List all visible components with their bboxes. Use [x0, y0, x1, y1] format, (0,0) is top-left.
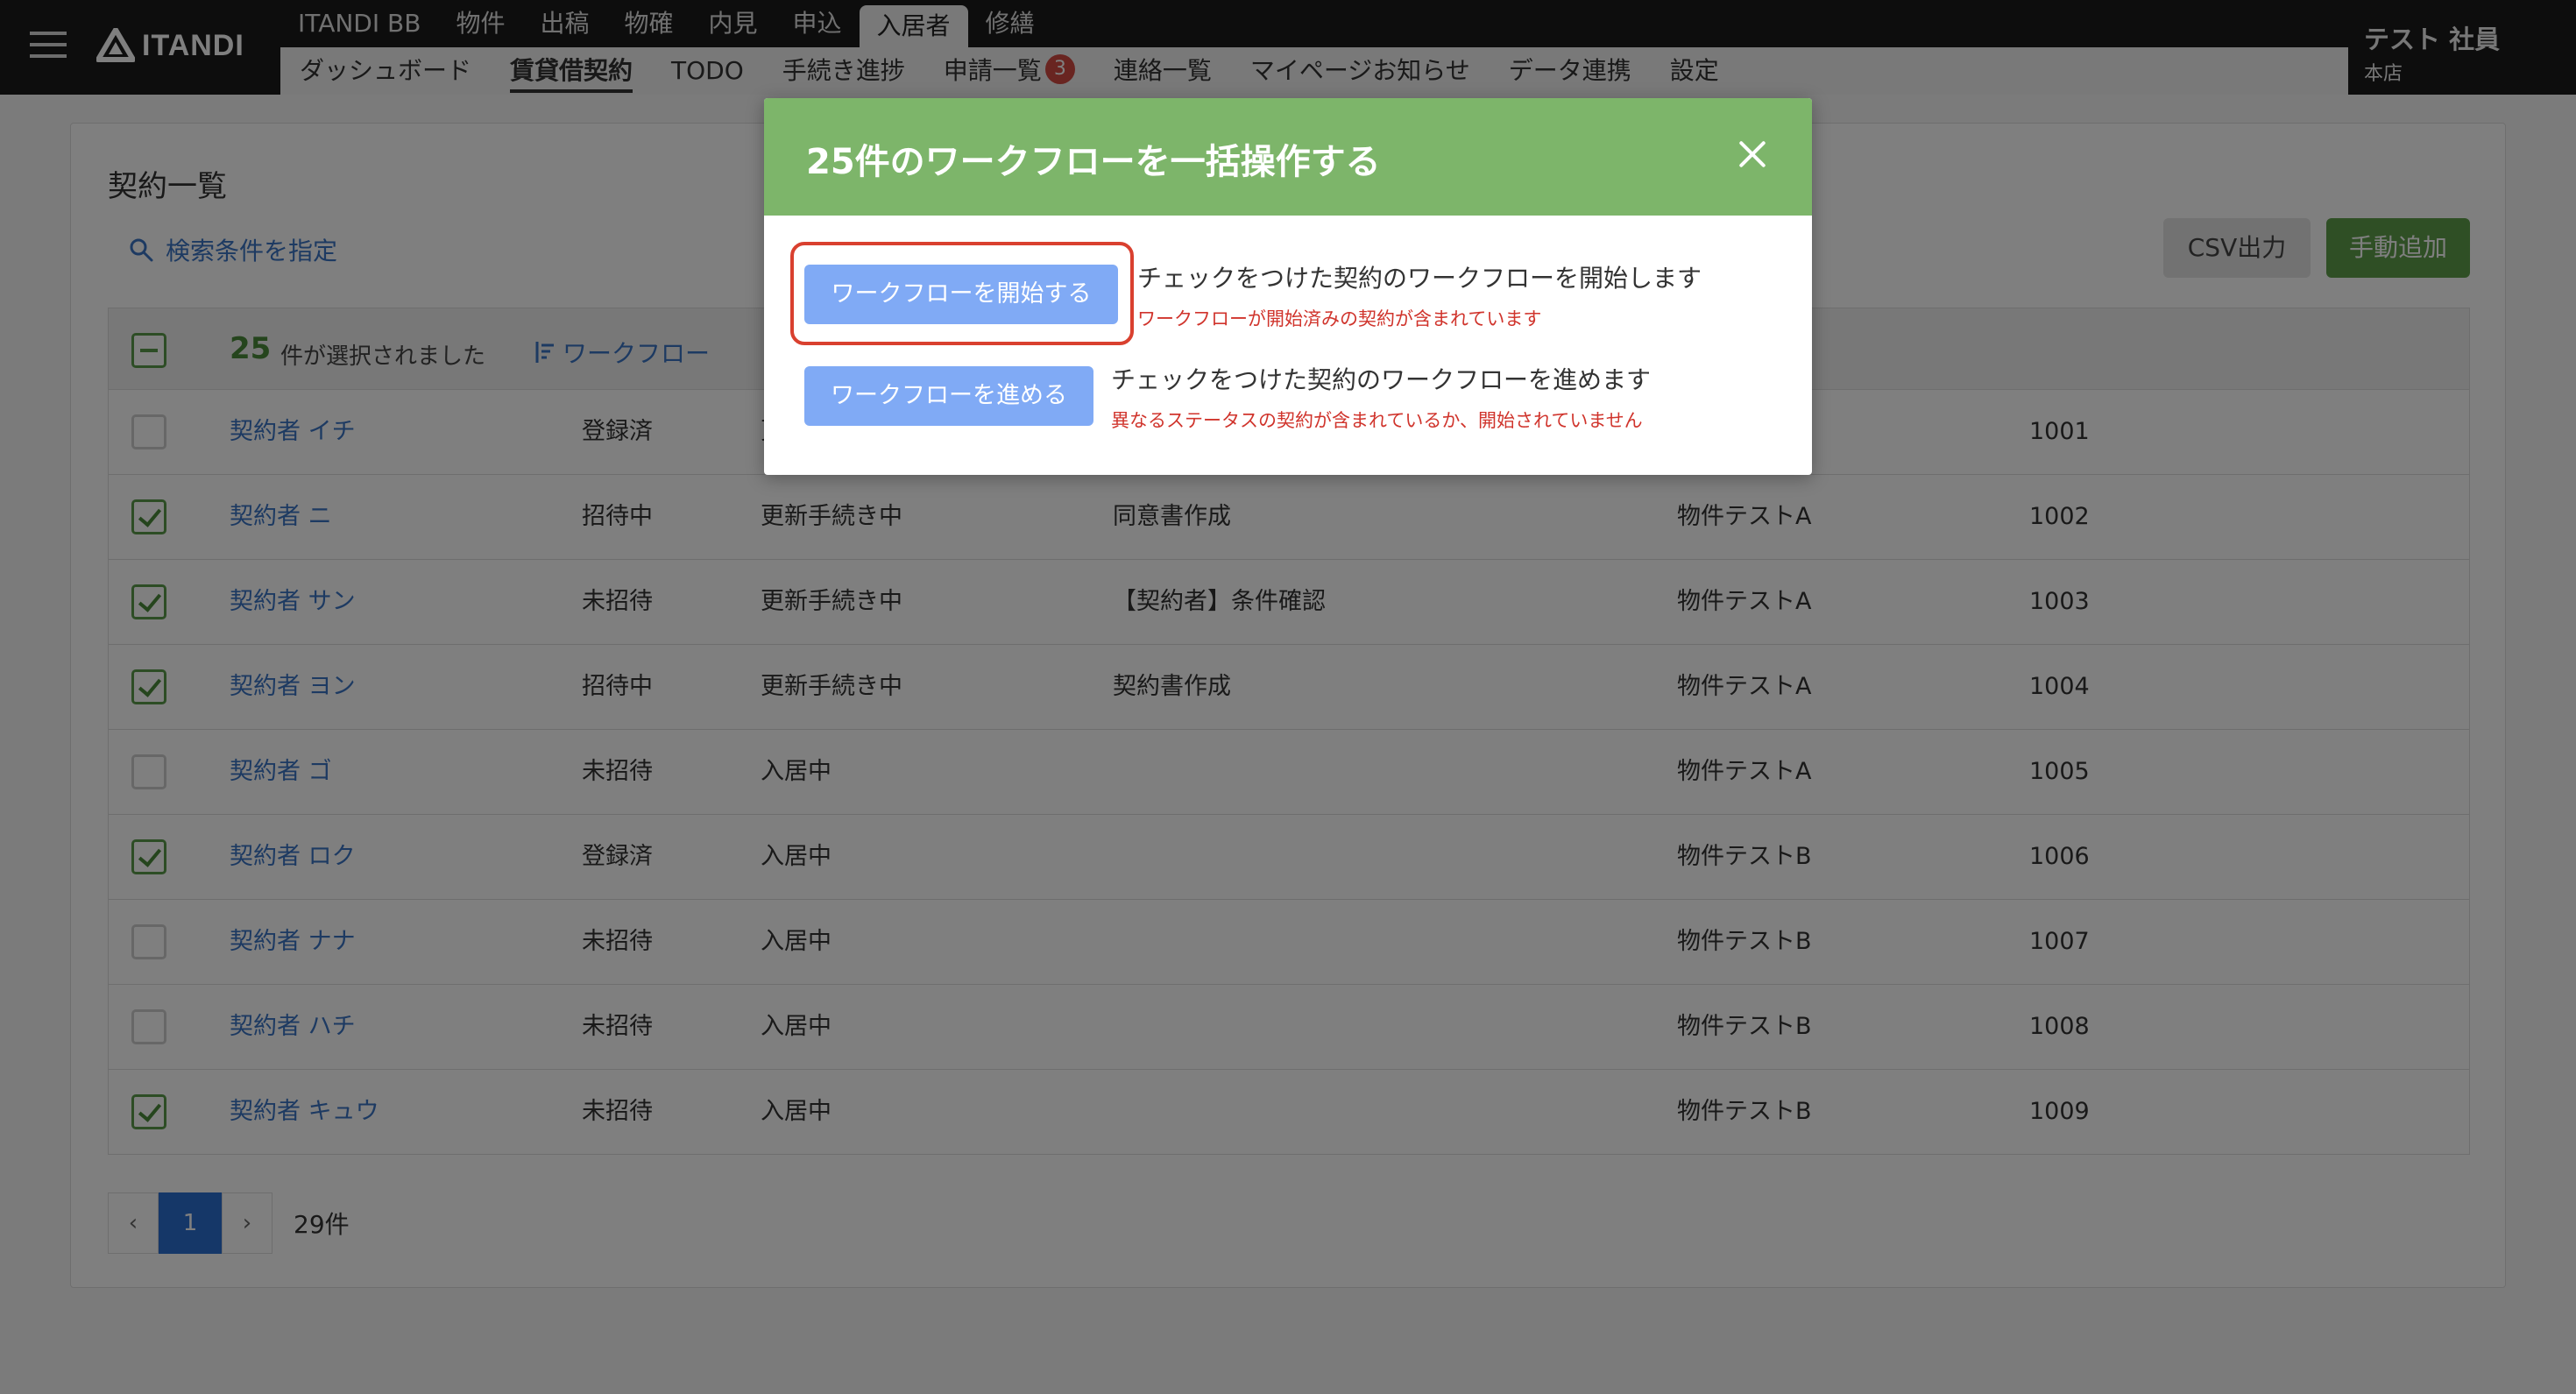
modal-title: 25件のワークフローを一括操作する [806, 142, 1381, 182]
start-workflow-button[interactable]: ワークフローを開始する [804, 265, 1118, 324]
close-icon[interactable] [1737, 138, 1768, 170]
start-workflow-warning: ワークフローが開始済みの契約が含まれています [1137, 308, 1542, 329]
advance-workflow-button[interactable]: ワークフローを進める [804, 366, 1093, 426]
advance-workflow-description: チェックをつけた契約のワークフローを進めます [1111, 365, 1652, 394]
modal-header: 25件のワークフローを一括操作する [764, 98, 1812, 216]
bulk-workflow-modal: 25件のワークフローを一括操作する ワークフローを開始する チェックをつけた契約… [764, 98, 1812, 475]
advance-workflow-warning: 異なるステータスの契約が含まれているか、開始されていません [1111, 410, 1643, 431]
start-workflow-description: チェックをつけた契約のワークフローを開始します [1137, 264, 1702, 293]
